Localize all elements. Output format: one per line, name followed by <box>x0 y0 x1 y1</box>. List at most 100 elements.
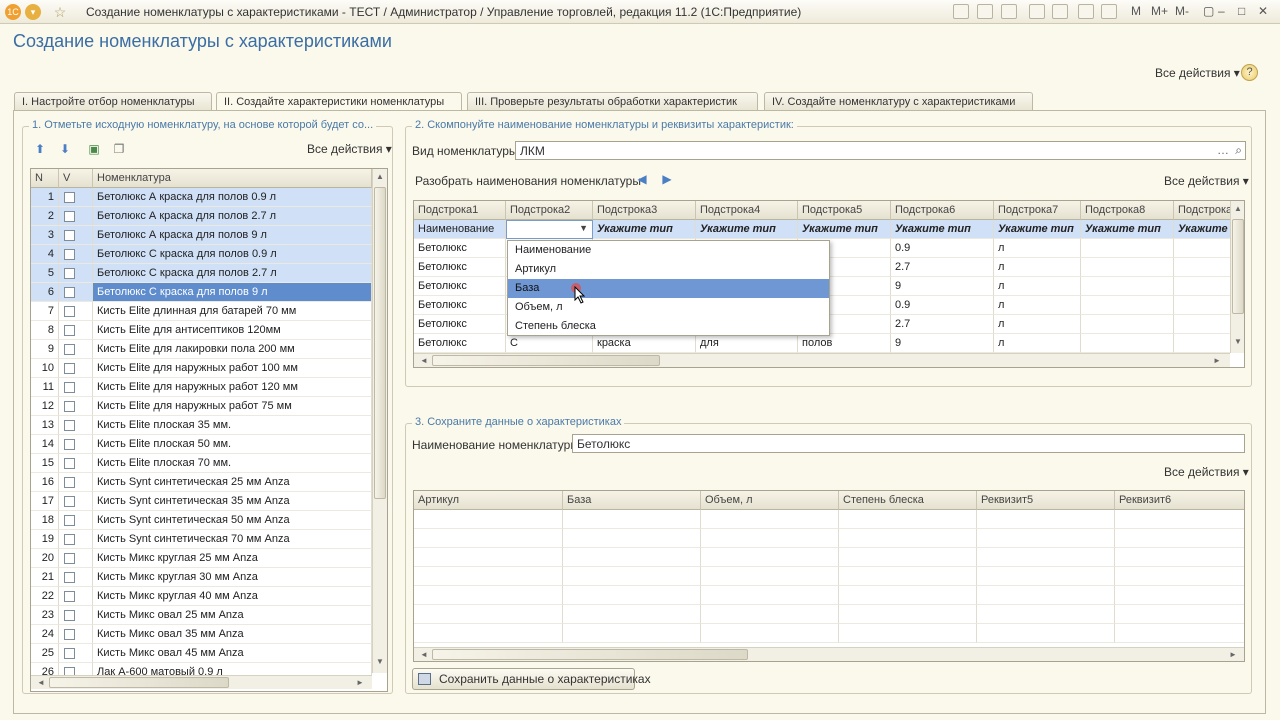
tab-filter[interactable]: I. Настройте отбор номенклатуры <box>14 92 212 111</box>
table-row[interactable]: 20 Кисть Микс круглая 25 мм Anza <box>31 549 372 568</box>
type-cell[interactable]: Укажите тип <box>994 220 1081 239</box>
substring-cell[interactable]: 9 <box>891 334 994 353</box>
substring-cell[interactable]: Бетолюкс <box>414 334 506 353</box>
substring-cell[interactable]: для <box>696 334 798 353</box>
table-row[interactable]: 21 Кисть Микс круглая 30 мм Anza <box>31 568 372 587</box>
type-cell[interactable]: Укажите тип <box>1174 220 1234 239</box>
scroll-left-icon[interactable]: ◄ <box>417 356 431 365</box>
scroll-left-icon[interactable]: ◄ <box>417 650 431 659</box>
empty-cell[interactable] <box>414 624 563 643</box>
substring-cell[interactable]: краска <box>593 334 696 353</box>
type-cell[interactable]: Укажите тип <box>891 220 994 239</box>
dropdown-option[interactable]: База <box>508 279 829 298</box>
column-header-v[interactable]: V <box>59 169 93 188</box>
checkbox[interactable] <box>64 382 75 393</box>
table-row[interactable]: 11 Кисть Elite для наружных работ 120 мм <box>31 378 372 397</box>
empty-cell[interactable] <box>701 529 839 548</box>
checkbox[interactable] <box>64 439 75 450</box>
empty-cell[interactable] <box>563 624 701 643</box>
dropdown-option[interactable]: Артикул <box>508 260 829 279</box>
favorites-star-icon[interactable]: ☆ <box>52 4 68 20</box>
substring-cell[interactable]: л <box>994 277 1081 296</box>
scroll-up-icon[interactable]: ▲ <box>1231 204 1244 213</box>
column-header-substring[interactable]: Подстрока4 <box>696 201 798 220</box>
column-header-attribute[interactable]: Реквизит5 <box>977 491 1115 510</box>
substring-cell[interactable]: л <box>994 239 1081 258</box>
scroll-thumb[interactable] <box>374 187 386 499</box>
scroll-up-icon[interactable]: ▲ <box>373 172 387 181</box>
empty-cell[interactable] <box>839 548 977 567</box>
arrow-right-icon[interactable]: ▶ <box>659 172 675 187</box>
substring-cell[interactable]: Бетолюкс <box>414 239 506 258</box>
checkbox[interactable] <box>64 192 75 203</box>
substring-cell[interactable] <box>1174 239 1234 258</box>
empty-cell[interactable] <box>839 510 977 529</box>
empty-cell[interactable] <box>701 624 839 643</box>
dropdown-option[interactable]: Объем, л <box>508 298 829 317</box>
empty-cell[interactable] <box>563 586 701 605</box>
favorite-add-icon[interactable] <box>1029 4 1045 19</box>
compose-vscroll[interactable]: ▲ ▼ <box>1230 201 1244 353</box>
column-header-substring[interactable]: Подстрока5 <box>798 201 891 220</box>
empty-cell[interactable] <box>563 529 701 548</box>
empty-cell[interactable] <box>1115 510 1244 529</box>
column-header-substring[interactable]: Подстрока2 <box>506 201 593 220</box>
column-header-attribute[interactable]: Степень блеска <box>839 491 977 510</box>
dropdown-arrow-icon[interactable]: ▼ <box>579 223 588 233</box>
substring-cell[interactable]: Бетолюкс <box>414 277 506 296</box>
substring-cell[interactable] <box>1174 315 1234 334</box>
checkbox[interactable] <box>64 268 75 279</box>
empty-cell[interactable] <box>839 529 977 548</box>
substring-cell[interactable] <box>1081 315 1174 334</box>
column-header-attribute[interactable]: Артикул <box>414 491 563 510</box>
scroll-thumb[interactable] <box>1232 219 1244 314</box>
window-restore-icon[interactable]: ▢ <box>1203 4 1214 18</box>
checkbox[interactable] <box>64 572 75 583</box>
substring-cell[interactable]: 9 <box>891 277 994 296</box>
print-icon[interactable] <box>977 4 993 19</box>
checkbox[interactable] <box>64 610 75 621</box>
empty-cell[interactable] <box>414 567 563 586</box>
empty-cell[interactable] <box>839 624 977 643</box>
table-row[interactable]: 22 Кисть Микс круглая 40 мм Anza <box>31 587 372 606</box>
column-header-attribute[interactable]: База <box>563 491 701 510</box>
checkbox[interactable] <box>64 325 75 336</box>
dropdown-option[interactable]: Степень блеска <box>508 317 829 336</box>
scroll-thumb[interactable] <box>49 677 229 688</box>
checkbox[interactable] <box>64 458 75 469</box>
left-all-actions-button[interactable]: Все действия ▾ <box>307 142 392 156</box>
column-header-substring[interactable]: Подстрока7 <box>994 201 1081 220</box>
type-cell[interactable]: Укажите тип <box>798 220 891 239</box>
dropdown-option[interactable]: Наименование <box>508 241 829 260</box>
choose-icon[interactable]: … <box>1217 143 1229 157</box>
scroll-thumb[interactable] <box>432 355 660 366</box>
table-row[interactable]: 23 Кисть Микс овал 25 мм Anza <box>31 606 372 625</box>
empty-cell[interactable] <box>977 510 1115 529</box>
checkbox[interactable] <box>64 420 75 431</box>
table-row[interactable]: 14 Кисть Elite плоская 50 мм. <box>31 435 372 454</box>
empty-cell[interactable] <box>977 605 1115 624</box>
empty-cell[interactable] <box>977 548 1115 567</box>
tab-create-nomenclature[interactable]: IV. Создайте номенклатуру с характеристи… <box>764 92 1033 111</box>
substring-cell[interactable]: Бетолюкс <box>414 315 506 334</box>
save-all-actions-button[interactable]: Все действия ▾ <box>1164 465 1249 479</box>
column-header-substring[interactable]: Подстрока9 <box>1174 201 1234 220</box>
empty-cell[interactable] <box>563 567 701 586</box>
column-header-attribute[interactable]: Объем, л <box>701 491 839 510</box>
maximize-icon[interactable]: □ <box>1238 4 1245 18</box>
checkbox[interactable] <box>64 306 75 317</box>
scroll-left-icon[interactable]: ◄ <box>34 678 48 687</box>
scroll-thumb[interactable] <box>432 649 748 660</box>
empty-cell[interactable] <box>563 605 701 624</box>
table-row[interactable]: 1 Бетолюкс А краска для полов 0.9 л <box>31 188 372 207</box>
check-all-icon[interactable]: ▣ <box>86 142 102 157</box>
save-icon[interactable] <box>953 4 969 19</box>
column-header-attribute[interactable]: Реквизит6 <box>1115 491 1244 510</box>
column-header-substring[interactable]: Подстрока6 <box>891 201 994 220</box>
empty-cell[interactable] <box>701 567 839 586</box>
search-icon[interactable]: ⌕ <box>1235 143 1242 158</box>
substring-cell[interactable]: л <box>994 334 1081 353</box>
type-cell[interactable]: ▼ <box>506 220 593 239</box>
empty-cell[interactable] <box>977 624 1115 643</box>
scroll-down-icon[interactable]: ▼ <box>1231 337 1244 346</box>
